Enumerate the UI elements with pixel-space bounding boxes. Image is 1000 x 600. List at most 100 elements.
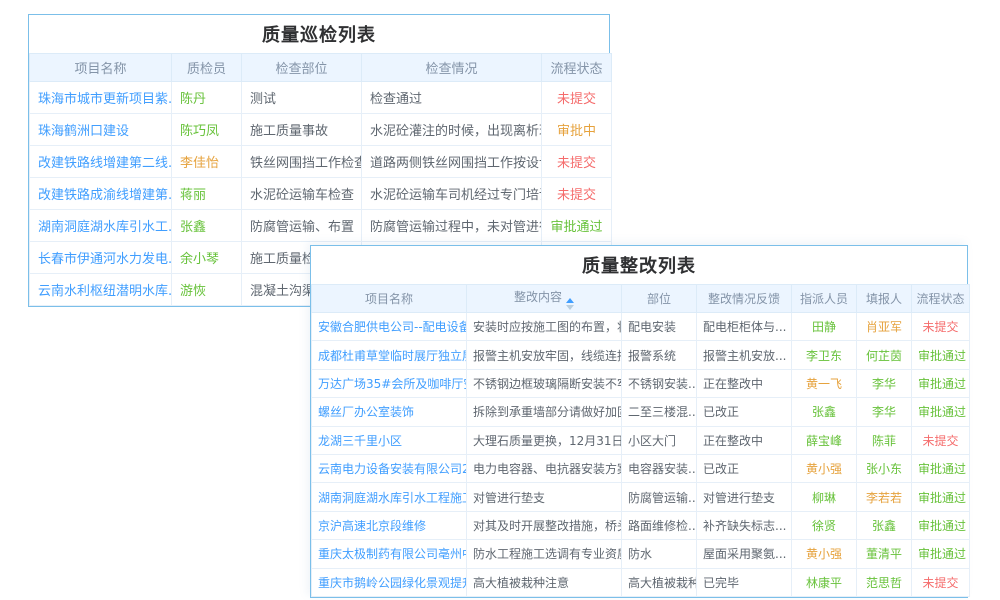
table-row: 重庆太极制药有限公司亳州中...防水工程施工选调有专业资质...防水屋面采用聚氨… (312, 540, 970, 568)
assignee-value: 田静 (812, 320, 836, 334)
flow-status-cell: 未提交 (542, 146, 612, 178)
project-link[interactable]: 京沪高速北京段维修 (318, 519, 426, 533)
feedback-cell: 屋面采用聚氨... (697, 540, 792, 568)
table-row: 湖南洞庭湖水库引水工程施工1...对管进行垫支防腐管运输...对管进行垫支柳琳李… (312, 483, 970, 511)
feedback-value: 屋面采用聚氨... (703, 547, 786, 561)
project-link[interactable]: 珠海鹤洲口建设 (38, 124, 129, 139)
rectification-table-head: 项目名称整改内容部位整改情况反馈指派人员填报人流程状态 (312, 285, 970, 313)
reporter-cell: 李华 (857, 398, 912, 426)
inspection-table-head: 项目名称质检员检查部位检查情况流程状态 (30, 54, 612, 82)
flow-status-value: 未提交 (922, 434, 958, 448)
assignee-cell: 柳琳 (792, 483, 857, 511)
rectification-table-card: 质量整改列表 项目名称整改内容部位整改情况反馈指派人员填报人流程状态 安徽合肥供… (310, 245, 968, 598)
column-header-check-situation: 检查情况 (362, 54, 542, 82)
feedback-cell: 已改正 (697, 454, 792, 482)
project-cell: 重庆太极制药有限公司亳州中... (312, 540, 467, 568)
feedback-value: 补齐缺失标志... (703, 519, 786, 533)
project-link[interactable]: 安徽合肥供电公司--配电设备... (318, 320, 467, 334)
column-header-label: 检查情况 (425, 62, 477, 77)
check-part-value: 铁丝网围挡工作检查 (250, 156, 362, 171)
reporter-cell: 肖亚军 (857, 313, 912, 341)
check-situation-value: 道路两侧铁丝网围挡工作按设计... (370, 156, 542, 171)
inspector-cell: 余小琴 (172, 242, 242, 274)
project-link[interactable]: 改建铁路线增建第二线... (38, 156, 172, 171)
project-link[interactable]: 龙湖三千里小区 (318, 434, 402, 448)
flow-status-value: 审批通过 (918, 405, 966, 419)
project-link[interactable]: 湖南洞庭湖水库引水工... (38, 220, 172, 235)
feedback-cell: 补齐缺失标志... (697, 511, 792, 539)
part-value: 防腐管运输... (628, 491, 697, 505)
project-link[interactable]: 云南水利枢纽潜明水库... (38, 284, 172, 299)
reporter-cell: 张小东 (857, 454, 912, 482)
project-link[interactable]: 螺丝厂办公室装饰 (318, 405, 414, 419)
feedback-value: 正在整改中 (703, 434, 763, 448)
check-situation-cell: 水泥砼运输车司机经过专门培训... (362, 178, 542, 210)
project-cell: 湖南洞庭湖水库引水工... (30, 210, 172, 242)
assignee-cell: 黄小强 (792, 454, 857, 482)
assignee-value: 黄小强 (806, 462, 842, 476)
project-cell: 湖南洞庭湖水库引水工程施工1... (312, 483, 467, 511)
rectify-content-cell: 拆除到承重墙部分请做好加固... (467, 398, 622, 426)
column-header-rectify-content[interactable]: 整改内容 (467, 285, 622, 313)
rectify-content-cell: 电力电容器、电抗器安装方案,... (467, 454, 622, 482)
assignee-cell: 田静 (792, 313, 857, 341)
inspector-cell: 张鑫 (172, 210, 242, 242)
reporter-value: 董清平 (866, 547, 902, 561)
project-link[interactable]: 珠海市城市更新项目紫... (38, 92, 172, 107)
column-header-label: 填报人 (866, 292, 902, 306)
flow-status-cell: 审批通过 (912, 483, 970, 511)
table-row: 重庆市鹅岭公园绿化景观提升...高大植被栽种注意高大植被栽种已完毕林康平范思哲未… (312, 568, 970, 596)
reporter-cell: 董清平 (857, 540, 912, 568)
flow-status-cell: 审批通过 (912, 398, 970, 426)
assignee-value: 柳琳 (812, 491, 836, 505)
part-cell: 防水 (622, 540, 697, 568)
flow-status-cell: 未提交 (912, 568, 970, 596)
check-part-cell: 测试 (242, 82, 362, 114)
part-value: 高大植被栽种 (628, 576, 697, 590)
inspector-value: 蒋丽 (180, 188, 206, 203)
assignee-value: 黄小强 (806, 547, 842, 561)
project-link[interactable]: 重庆太极制药有限公司亳州中... (318, 547, 467, 561)
check-part-cell: 水泥砼运输车检查 (242, 178, 362, 210)
project-link[interactable]: 成都杜甫草堂临时展厅独立展... (318, 349, 467, 363)
reporter-value: 陈菲 (872, 434, 896, 448)
header-row: 项目名称质检员检查部位检查情况流程状态 (30, 54, 612, 82)
reporter-cell: 李华 (857, 369, 912, 397)
rectify-content-value: 高大植被栽种注意 (473, 576, 569, 590)
reporter-cell: 张鑫 (857, 511, 912, 539)
reporter-value: 范思哲 (866, 576, 902, 590)
part-cell: 二至三楼混... (622, 398, 697, 426)
part-value: 不锈钢安装... (628, 377, 697, 391)
column-header-inspector: 质检员 (172, 54, 242, 82)
flow-status-value: 未提交 (922, 320, 958, 334)
table-row: 龙湖三千里小区大理石质量更换，12月31日之...小区大门正在整改中薛宝峰陈菲未… (312, 426, 970, 454)
reporter-value: 张鑫 (872, 519, 896, 533)
project-link[interactable]: 云南电力设备安装有限公司20... (318, 462, 467, 476)
project-link[interactable]: 重庆市鹅岭公园绿化景观提升... (318, 576, 467, 590)
part-cell: 小区大门 (622, 426, 697, 454)
project-link[interactable]: 湖南洞庭湖水库引水工程施工1... (318, 491, 467, 505)
sort-icon[interactable] (566, 298, 574, 310)
reporter-cell: 何芷茵 (857, 341, 912, 369)
project-cell: 长春市伊通河水力发电... (30, 242, 172, 274)
reporter-cell: 李若若 (857, 483, 912, 511)
project-cell: 云南电力设备安装有限公司20... (312, 454, 467, 482)
project-link[interactable]: 长春市伊通河水力发电... (38, 252, 172, 267)
project-link[interactable]: 万达广场35#会所及咖啡厅空... (318, 377, 467, 391)
flow-status-value: 未提交 (557, 156, 596, 171)
project-cell: 京沪高速北京段维修 (312, 511, 467, 539)
project-link[interactable]: 改建铁路成渝线增建第... (38, 188, 172, 203)
flow-status-cell: 审批通过 (912, 341, 970, 369)
assignee-cell: 黄一飞 (792, 369, 857, 397)
flow-status-value: 审批通过 (918, 349, 966, 363)
inspection-table-title: 质量巡检列表 (29, 15, 609, 53)
project-cell: 云南水利枢纽潜明水库... (30, 274, 172, 306)
rectify-content-cell: 高大植被栽种注意 (467, 568, 622, 596)
column-header-part: 部位 (622, 285, 697, 313)
table-row: 珠海市城市更新项目紫...陈丹测试检查通过未提交 (30, 82, 612, 114)
flow-status-value: 未提交 (557, 188, 596, 203)
column-header-project: 项目名称 (312, 285, 467, 313)
flow-status-cell: 未提交 (542, 178, 612, 210)
flow-status-cell: 审批通过 (912, 369, 970, 397)
table-row: 珠海鹤洲口建设陈巧凤施工质量事故水泥砼灌注的时候，出现离析现象审批中 (30, 114, 612, 146)
